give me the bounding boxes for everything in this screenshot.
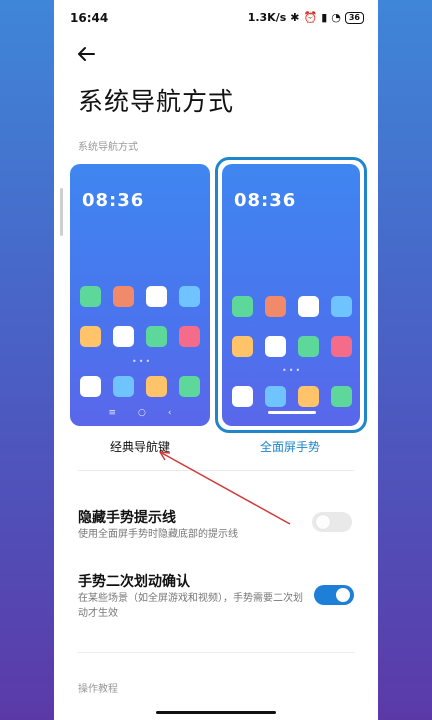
app-icon <box>113 286 134 307</box>
app-icon <box>331 336 352 357</box>
preview-clock: 08:36 <box>234 190 297 211</box>
back-arrow-icon[interactable] <box>74 42 98 66</box>
status-bar: 16:44 1.3K/s ✱ ⏰ ▮ ◔ 36 <box>54 0 378 36</box>
background-right <box>378 0 432 720</box>
app-icon <box>232 336 253 357</box>
phone-screen: 16:44 1.3K/s ✱ ⏰ ▮ ◔ 36 系统导航方式 系统导航方式 08… <box>54 0 378 720</box>
signal-icon: ▮ <box>321 11 328 24</box>
app-icon <box>146 286 167 307</box>
app-icon <box>80 326 101 347</box>
app-icon <box>265 386 286 407</box>
status-time: 16:44 <box>70 11 109 25</box>
gesture-hint-bar <box>268 411 316 414</box>
double-swipe-toggle[interactable] <box>314 585 354 605</box>
app-icon <box>179 286 200 307</box>
app-icon <box>265 336 286 357</box>
nav-buttons: ≡ ○ ‹ <box>70 408 210 418</box>
app-icon <box>232 296 253 317</box>
hide-hint-toggle[interactable] <box>312 512 352 532</box>
app-icon <box>331 386 352 407</box>
divider <box>78 470 354 471</box>
app-icon <box>232 386 253 407</box>
menu-icon: ≡ <box>108 408 117 418</box>
double-swipe-title: 手势二次划动确认 <box>78 574 190 590</box>
page-dots: ••• <box>132 357 153 366</box>
page-title: 系统导航方式 <box>78 87 235 116</box>
battery-icon: 36 <box>344 11 364 24</box>
divider <box>78 652 354 653</box>
app-icon <box>331 296 352 317</box>
app-icon <box>113 326 134 347</box>
section-label: 系统导航方式 <box>78 142 138 153</box>
app-icon <box>298 386 319 407</box>
toggle-knob <box>336 588 350 602</box>
page-dots: ••• <box>282 366 303 375</box>
app-icon <box>80 286 101 307</box>
home-indicator <box>156 711 276 714</box>
app-icon <box>298 296 319 317</box>
app-icon <box>265 296 286 317</box>
classic-nav-label[interactable]: 经典导航键 <box>110 438 170 455</box>
status-icons: 1.3K/s ✱ ⏰ ▮ ◔ 36 <box>248 11 364 24</box>
bluetooth-icon: ✱ <box>290 11 300 24</box>
alarm-icon: ⏰ <box>303 11 318 24</box>
app-icon <box>179 376 200 397</box>
back-icon: ‹ <box>167 408 172 418</box>
gesture-nav-preview[interactable]: 08:36 ••• <box>222 164 360 426</box>
preview-clock: 08:36 <box>82 190 145 211</box>
app-icon <box>298 336 319 357</box>
hide-hint-desc: 使用全面屏手势时隐藏底部的提示线 <box>78 529 238 540</box>
net-speed: 1.3K/s <box>247 11 287 24</box>
tutorial-section-label: 操作教程 <box>78 684 118 695</box>
app-icon <box>146 326 167 347</box>
toggle-knob <box>316 515 330 529</box>
gesture-nav-label[interactable]: 全面屏手势 <box>260 438 320 455</box>
app-icon <box>146 376 167 397</box>
app-icon <box>179 326 200 347</box>
classic-nav-preview[interactable]: 08:36 ••• ≡ ○ ‹ <box>70 164 210 426</box>
wifi-icon: ◔ <box>331 11 341 24</box>
background-left <box>0 0 54 720</box>
hide-hint-title: 隐藏手势提示线 <box>78 510 176 526</box>
scroll-indicator <box>60 188 63 236</box>
double-swipe-desc: 在某些场景（如全屏游戏和视频），手势需要二次划动才生效 <box>78 593 303 619</box>
home-icon: ○ <box>138 408 146 418</box>
app-icon <box>80 376 101 397</box>
app-icon <box>113 376 134 397</box>
